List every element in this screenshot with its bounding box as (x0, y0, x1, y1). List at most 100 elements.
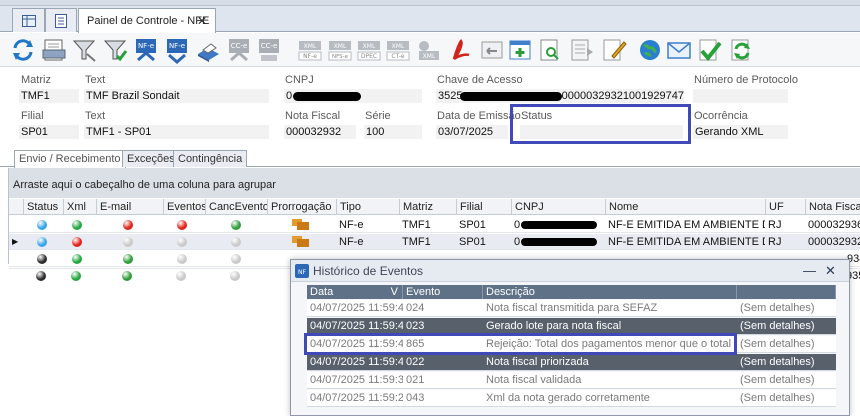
column-header-uf[interactable]: UF (765, 199, 805, 215)
detalhes-cell[interactable]: (Sem detalhes) (737, 354, 836, 371)
detalhes-cell[interactable]: (Sem detalhes) (737, 300, 836, 317)
detalhes-cell[interactable]: (Sem detalhes) (737, 372, 836, 389)
data-cell: 04/07/2025 11:59:29 (307, 390, 403, 407)
detalhes-cell[interactable]: (Sem detalhes) (737, 390, 836, 407)
filial-cell: SP01 (459, 236, 486, 248)
tipo-cell: NF-e (339, 236, 364, 248)
pdf-icon[interactable] (446, 36, 474, 64)
globe-icon[interactable] (636, 36, 664, 64)
ocorrencia-field[interactable]: Gerando XML (693, 125, 788, 139)
cce-print-icon[interactable]: CC-e (255, 36, 283, 64)
chave-label: Chave de Acesso (437, 74, 523, 86)
xml-cte-icon[interactable]: XML CT-e (384, 36, 412, 64)
email-dot (123, 220, 133, 230)
column-header-filial[interactable]: Filial (456, 199, 511, 215)
filter-icon[interactable] (70, 36, 98, 64)
svg-text:NF: NF (298, 269, 306, 276)
dialog-titlebar[interactable]: NF Histórico de Eventos — ✕ (291, 260, 849, 282)
add-window-icon[interactable] (506, 36, 534, 64)
email-icon[interactable] (665, 36, 693, 64)
tab-envio-recebimento[interactable]: Envio / Recebimento (14, 150, 126, 168)
column-header-prorrogacao[interactable]: Prorrogação (267, 199, 336, 215)
detalhes-cell[interactable]: (Sem detalhes) (737, 336, 836, 353)
serie-field[interactable]: 100 (364, 125, 422, 139)
column-header-status[interactable]: Status (23, 199, 63, 215)
document-tabbar: Painel de Controle - NFE ✕ (0, 6, 860, 33)
table-row[interactable]: ▶ NF-e TMF1 SP01 0 NF-E EMITIDA EM AMBIE… (9, 234, 860, 250)
xml-badge: XML (304, 43, 317, 50)
column-header-cnpj[interactable]: CNPJ (511, 199, 605, 215)
printer-icon[interactable] (194, 36, 222, 64)
nfe-batch-icon[interactable]: NF-e (163, 36, 191, 64)
tab-contingencia[interactable]: Contingência (173, 150, 248, 167)
table-row[interactable]: NF-e TMF1 SP01 0 NF-E EMITIDA EM AMBIENT… (9, 217, 860, 233)
column-header-nota-fiscal[interactable]: Nota Fiscal (805, 199, 860, 215)
grid-header: Status Xml E-mail Eventos CancEvento Pro… (9, 199, 860, 215)
edit-icon[interactable] (600, 36, 628, 64)
column-header-detalhes[interactable] (737, 285, 836, 299)
chave-prefix: 3525 (438, 90, 463, 102)
redaction-mark (521, 221, 597, 229)
xml-nfse-icon[interactable]: XML NFS-e (326, 36, 354, 64)
cnpj-cell: 0 (514, 219, 521, 231)
close-icon[interactable]: ✕ (197, 14, 207, 28)
tab-grid-view[interactable] (12, 8, 45, 32)
filter-clear-icon[interactable] (101, 36, 129, 64)
eventos-dot[interactable] (177, 254, 187, 264)
column-header-tipo[interactable]: Tipo (336, 199, 399, 215)
nfe-details-form: Matriz TMF1 Text TMF Brazil Sondait CNPJ… (0, 68, 860, 146)
chave-suffix: 00000329321001929747 (561, 90, 684, 102)
column-header-matriz[interactable]: Matriz (399, 199, 456, 215)
cce-icon[interactable]: CC-e (225, 36, 253, 64)
protocolo-field[interactable] (693, 89, 788, 103)
filial-name-field[interactable]: TMF1 - SP01 (84, 125, 269, 139)
sort-desc-icon: V (390, 286, 398, 298)
data-header-label: Data (310, 286, 334, 298)
column-header-data[interactable]: Data V (307, 285, 403, 299)
cancevento-dot (231, 237, 241, 247)
xml-nfe-icon[interactable]: XML NF-e (296, 36, 324, 64)
xml-export-icon[interactable]: XML (413, 36, 441, 64)
status-dot (36, 271, 46, 281)
redaction-mark (460, 92, 562, 101)
eventos-dot[interactable] (177, 237, 187, 247)
tab-painel-controle-nfe[interactable]: Painel de Controle - NFE ✕ (78, 8, 216, 33)
xml-badge: XML (363, 43, 376, 50)
print-preview-icon[interactable] (40, 36, 68, 64)
column-header-descricao[interactable]: Descrição (483, 285, 737, 299)
redaction-mark (293, 92, 361, 101)
column-header-email[interactable]: E-mail (96, 199, 163, 215)
detalhes-cell[interactable]: (Sem detalhes) (737, 318, 836, 335)
return-icon[interactable] (478, 36, 506, 64)
evento-cell: 022 (403, 354, 483, 371)
app-icon: NF (295, 264, 309, 278)
xml-badge: XML (392, 43, 405, 50)
tab-excecoes[interactable]: Exceções (122, 150, 180, 167)
close-icon[interactable]: ✕ (825, 263, 836, 279)
eventos-dot[interactable] (176, 271, 186, 281)
matriz-name-field[interactable]: TMF Brazil Sondait (84, 89, 269, 103)
protocolo-label: Número de Protocolo (694, 74, 798, 86)
xml-badge: XML (334, 43, 347, 50)
matriz-field[interactable]: TMF1 (19, 89, 79, 103)
report-icon[interactable] (567, 36, 595, 64)
xml-dpec-icon[interactable]: XML DPEC (355, 36, 383, 64)
emissao-field[interactable]: 03/07/2025 (436, 125, 508, 139)
tab-document-view[interactable] (45, 8, 77, 32)
find-icon[interactable] (536, 36, 564, 64)
filial-field[interactable]: SP01 (19, 125, 79, 139)
column-header-nome[interactable]: Nome (605, 199, 765, 215)
sync-icon[interactable] (727, 36, 755, 64)
column-header-xml[interactable]: Xml (63, 199, 96, 215)
refresh-icon[interactable] (9, 36, 37, 64)
column-header-evento[interactable]: Evento (403, 285, 483, 299)
nota-field[interactable]: 000032932 (284, 125, 356, 139)
nota-cell: 000032936 (808, 219, 860, 231)
grid-view-icon (21, 14, 36, 27)
column-header-cancevento[interactable]: CancEvento (205, 199, 267, 215)
eventos-dot[interactable] (177, 220, 187, 230)
minimize-icon[interactable]: — (803, 263, 816, 278)
column-header-eventos[interactable]: Eventos (163, 199, 205, 215)
nfe-send-icon[interactable]: NF-e (132, 36, 160, 64)
check-icon[interactable] (695, 36, 723, 64)
